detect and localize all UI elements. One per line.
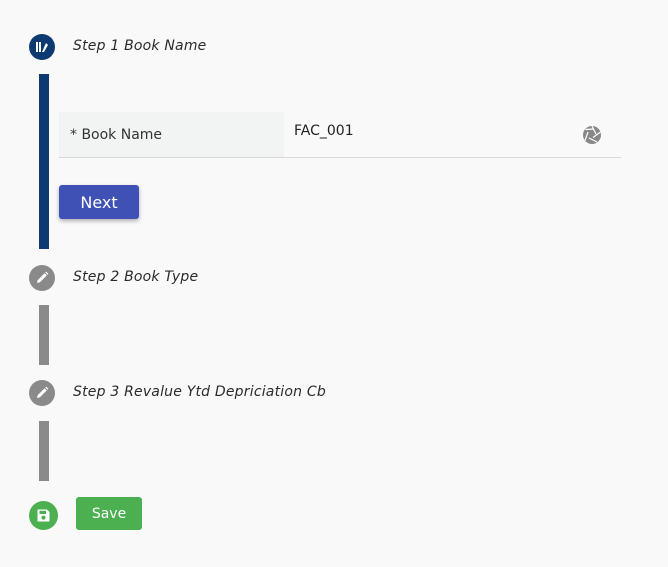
step-3-rail (39, 421, 49, 481)
book-name-input[interactable]: FAC_001 (294, 123, 354, 139)
step-3-pencil-icon (29, 380, 55, 406)
book-name-label: * Book Name (70, 127, 163, 143)
step-2-title[interactable]: Step 2 Book Type (73, 269, 198, 285)
book-name-label-box: * Book Name (59, 112, 284, 157)
step-1-rail (39, 74, 49, 249)
step-2-pencil-icon (29, 265, 55, 291)
step-2-rail (39, 305, 49, 365)
step-1-title[interactable]: Step 1 Book Name (73, 38, 206, 54)
step-3-title[interactable]: Step 3 Revalue Ytd Depriciation Cb (73, 384, 326, 400)
book-name-field: * Book Name FAC_001 (59, 112, 621, 158)
save-icon[interactable] (29, 501, 58, 530)
step-1-active-icon (29, 34, 55, 60)
aperture-icon[interactable] (582, 125, 602, 145)
save-button[interactable]: Save (76, 497, 142, 530)
next-button[interactable]: Next (59, 185, 139, 219)
